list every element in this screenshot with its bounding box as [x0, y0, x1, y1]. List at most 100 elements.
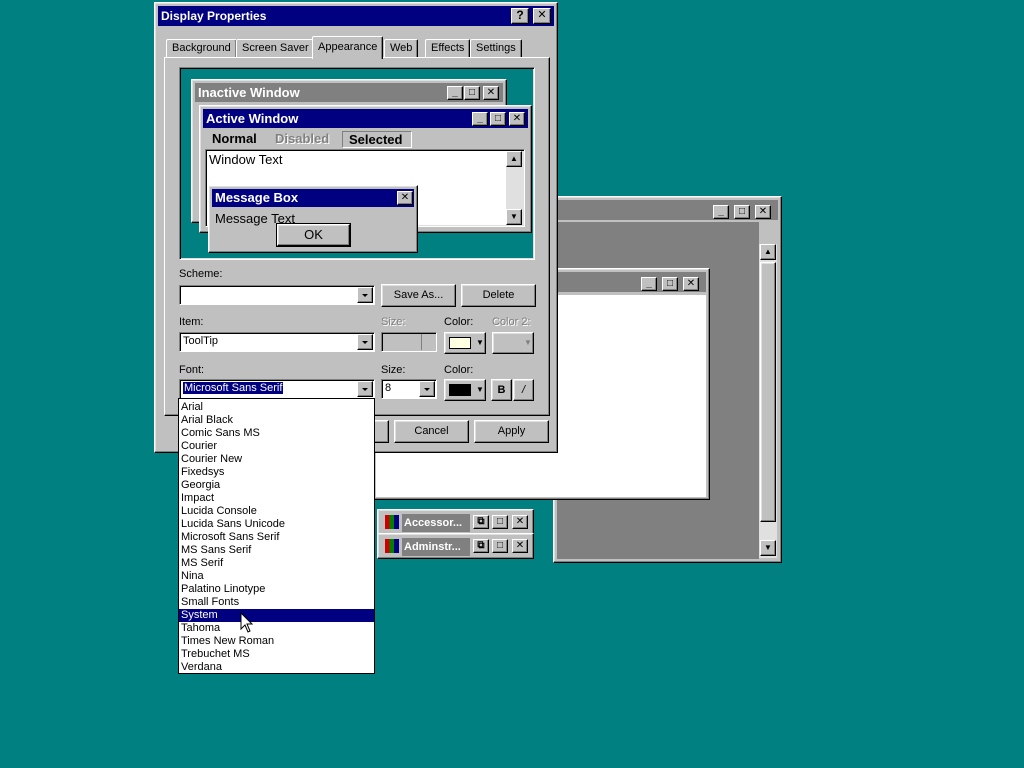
preview-menu-selected: Selected [342, 131, 412, 148]
color-swatch [449, 337, 471, 349]
item-size-label: Size: [381, 316, 406, 328]
item-color-label: Color: [444, 316, 474, 328]
list-item[interactable]: Courier New [179, 453, 374, 466]
list-item[interactable]: Trebuchet MS [179, 648, 374, 661]
tab-web[interactable]: Web [384, 39, 419, 58]
preview-message-title: Message Box [215, 190, 299, 205]
chevron-down-icon[interactable] [357, 287, 373, 303]
item-size-spinner [381, 332, 437, 352]
font-color-label: Color: [444, 364, 474, 376]
item-label: Item: [179, 316, 204, 328]
help-icon[interactable]: ? [511, 8, 529, 24]
font-dropdown[interactable]: Microsoft Sans Serif [179, 379, 375, 399]
scroll-down-icon[interactable]: ▼ [760, 540, 776, 556]
dialog-title: Display Properties [161, 9, 267, 23]
item-color2-picker: ▼ [492, 332, 534, 354]
list-item[interactable]: Times New Roman [179, 635, 374, 648]
scheme-dropdown[interactable] [179, 285, 375, 305]
close-icon[interactable]: ✕ [533, 8, 551, 24]
list-item[interactable]: Impact [179, 492, 374, 505]
list-item[interactable]: Tahoma [179, 622, 374, 635]
scroll-thumb[interactable] [760, 262, 776, 522]
minimized-window[interactable]: Adminstr... ⧉ □ ✕ [377, 533, 534, 559]
minimized-window-title: Adminstr... [402, 538, 470, 556]
list-item[interactable]: Arial Black [179, 414, 374, 427]
preview-menu-disabled: Disabled [275, 131, 330, 146]
preview-inactive-title: Inactive Window [198, 85, 300, 100]
preview-active-title: Active Window [206, 111, 299, 126]
preview-scrollbar: ▲ ▼ [506, 151, 523, 225]
font-dropdown-list[interactable]: Arial Arial Black Comic Sans MS Courier … [178, 398, 375, 674]
maximize-icon[interactable]: □ [662, 277, 678, 291]
maximize-icon[interactable]: □ [734, 205, 750, 219]
chevron-down-icon: ▼ [476, 385, 484, 394]
close-icon[interactable]: ✕ [512, 539, 528, 553]
minimize-icon[interactable]: _ [641, 277, 657, 291]
maximize-icon[interactable]: □ [492, 539, 508, 553]
italic-button[interactable]: / [513, 379, 534, 401]
program-group-icon [385, 539, 399, 553]
preview-menu-normal: Normal [212, 131, 257, 146]
scroll-up-icon: ▲ [506, 151, 522, 167]
tab-effects[interactable]: Effects [425, 39, 471, 58]
list-item[interactable]: Comic Sans MS [179, 427, 374, 440]
minimized-window-title: Accessor... [402, 514, 470, 532]
save-as-button[interactable]: Save As... [381, 284, 456, 307]
list-item[interactable]: Georgia [179, 479, 374, 492]
font-size-value: 8 [385, 382, 392, 394]
close-icon[interactable]: ✕ [512, 515, 528, 529]
tab-screen-saver[interactable]: Screen Saver [236, 39, 315, 58]
list-item[interactable]: MS Serif [179, 557, 374, 570]
chevron-down-icon[interactable] [357, 381, 373, 397]
cancel-button[interactable]: Cancel [394, 420, 469, 443]
spinner-icon [421, 334, 435, 350]
list-item[interactable]: Microsoft Sans Serif [179, 531, 374, 544]
restore-icon[interactable]: ⧉ [473, 539, 489, 553]
list-item[interactable]: Courier [179, 440, 374, 453]
font-value: Microsoft Sans Serif [183, 382, 284, 394]
close-icon[interactable]: ✕ [755, 205, 771, 219]
item-value: ToolTip [183, 335, 219, 347]
scheme-label: Scheme: [179, 268, 223, 280]
delete-button[interactable]: Delete [461, 284, 536, 307]
item-dropdown[interactable]: ToolTip [179, 332, 375, 352]
maximize-icon[interactable]: □ [492, 515, 508, 529]
close-icon[interactable]: ✕ [683, 277, 699, 291]
tab-background[interactable]: Background [166, 39, 237, 58]
minimize-icon[interactable]: _ [713, 205, 729, 219]
list-item[interactable]: Palatino Linotype [179, 583, 374, 596]
list-item[interactable]: Small Fonts [179, 596, 374, 609]
preview-window-text: Window Text [209, 152, 283, 167]
chevron-down-icon[interactable] [419, 381, 435, 397]
preview-message-box[interactable]: Message Box ✕ Message Text OK [208, 185, 418, 253]
color-swatch [449, 384, 471, 396]
vertical-scrollbar[interactable]: ▲ ▼ [759, 244, 777, 558]
list-item[interactable]: Verdana [179, 661, 374, 674]
maximize-icon: □ [464, 86, 480, 100]
minimized-window[interactable]: Accessor... ⧉ □ ✕ [377, 509, 534, 535]
apply-button[interactable]: Apply [474, 420, 549, 443]
list-item[interactable]: Lucida Console [179, 505, 374, 518]
minimize-icon: _ [472, 112, 488, 126]
list-item[interactable]: Lucida Sans Unicode [179, 518, 374, 531]
font-color-picker[interactable]: ▼ [444, 379, 486, 401]
scroll-up-icon[interactable]: ▲ [760, 244, 776, 260]
list-item[interactable]: Arial [179, 401, 374, 414]
list-item[interactable]: Fixedsys [179, 466, 374, 479]
font-size-dropdown[interactable]: 8 [381, 379, 437, 399]
program-group-icon [385, 515, 399, 529]
chevron-down-icon[interactable] [357, 334, 373, 350]
tab-appearance[interactable]: Appearance [312, 36, 384, 59]
item-color-picker[interactable]: ▼ [444, 332, 486, 354]
dialog-titlebar[interactable]: Display Properties [158, 6, 554, 26]
list-item[interactable]: MS Sans Serif [179, 544, 374, 557]
tab-settings[interactable]: Settings [470, 39, 522, 58]
bold-button[interactable]: B [491, 379, 512, 401]
list-item-selected[interactable]: System [179, 609, 374, 622]
list-item[interactable]: Nina [179, 570, 374, 583]
mouse-cursor-icon [240, 612, 254, 633]
restore-icon[interactable]: ⧉ [473, 515, 489, 529]
chevron-down-icon: ▼ [524, 338, 532, 347]
font-label: Font: [179, 364, 205, 376]
display-properties-dialog[interactable]: Display Properties ? ✕ Background Screen… [154, 2, 558, 453]
